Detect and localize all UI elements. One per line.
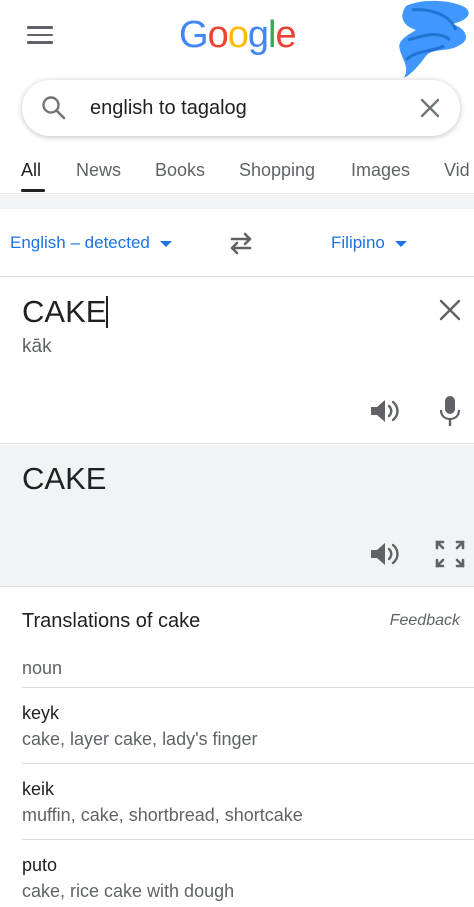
source-text-input[interactable]: CAKE (22, 294, 108, 330)
feedback-link[interactable]: Feedback (390, 612, 460, 630)
source-language-dropdown[interactable]: English – detected (10, 233, 172, 253)
search-icon[interactable] (40, 94, 68, 122)
chevron-down-icon (394, 240, 407, 247)
swap-arrows-icon[interactable] (224, 229, 258, 257)
google-logo[interactable]: Google (179, 14, 297, 57)
translation-synonyms: cake, rice cake with dough (22, 881, 235, 901)
search-tabs: All News Books Shopping Images Vid (0, 150, 474, 194)
avatar-redacted-scribble[interactable] (392, 0, 474, 82)
section-divider (0, 195, 474, 209)
tab-images[interactable]: Images (351, 160, 410, 181)
source-text-value: CAKE (22, 294, 107, 329)
tab-books[interactable]: Books (155, 160, 205, 181)
transliteration: kāk (22, 336, 52, 357)
translation-word: keik (22, 779, 55, 799)
microphone-icon[interactable] (436, 394, 464, 428)
hamburger-menu-icon[interactable] (27, 26, 53, 44)
close-icon[interactable] (436, 296, 464, 324)
text-cursor (106, 296, 108, 328)
translations-heading: Translations of cake (22, 610, 201, 632)
search-input[interactable] (90, 94, 400, 122)
part-of-speech-label: noun (22, 658, 63, 678)
source-text-panel[interactable]: CAKE kāk (0, 278, 474, 444)
tab-news[interactable]: News (76, 160, 121, 181)
speaker-icon[interactable] (368, 539, 402, 569)
source-language-label: English – detected (10, 233, 150, 252)
translations-section: Translations of cake Feedback noun keyk … (0, 588, 474, 907)
target-language-dropdown[interactable]: Filipino (331, 233, 407, 253)
translated-text: CAKE (22, 461, 107, 496)
translation-entry[interactable]: keik muffin, cake, shortbread, shortcake (22, 763, 474, 839)
tab-videos[interactable]: Vid (444, 160, 470, 181)
search-box[interactable] (22, 80, 460, 136)
translation-synonyms: cake, layer cake, lady's finger (22, 729, 258, 749)
close-icon[interactable] (416, 94, 444, 122)
language-selector-row: English – detected Filipino (0, 209, 474, 277)
translation-entry[interactable]: keyk cake, layer cake, lady's finger (22, 687, 474, 763)
translation-word: keyk (22, 703, 60, 723)
chevron-down-icon (159, 240, 172, 247)
tab-all[interactable]: All (21, 160, 41, 181)
tab-shopping[interactable]: Shopping (239, 160, 315, 181)
speaker-icon[interactable] (368, 396, 402, 426)
target-language-label: Filipino (331, 233, 385, 252)
translation-output-panel: CAKE (0, 445, 474, 587)
translation-word: puto (22, 855, 58, 875)
translation-synonyms: muffin, cake, shortbread, shortcake (22, 805, 303, 825)
active-tab-indicator (21, 189, 45, 192)
translation-entry[interactable]: puto cake, rice cake with dough (22, 839, 474, 907)
expand-fullscreen-icon[interactable] (434, 539, 466, 569)
top-bar: Google (0, 0, 474, 79)
